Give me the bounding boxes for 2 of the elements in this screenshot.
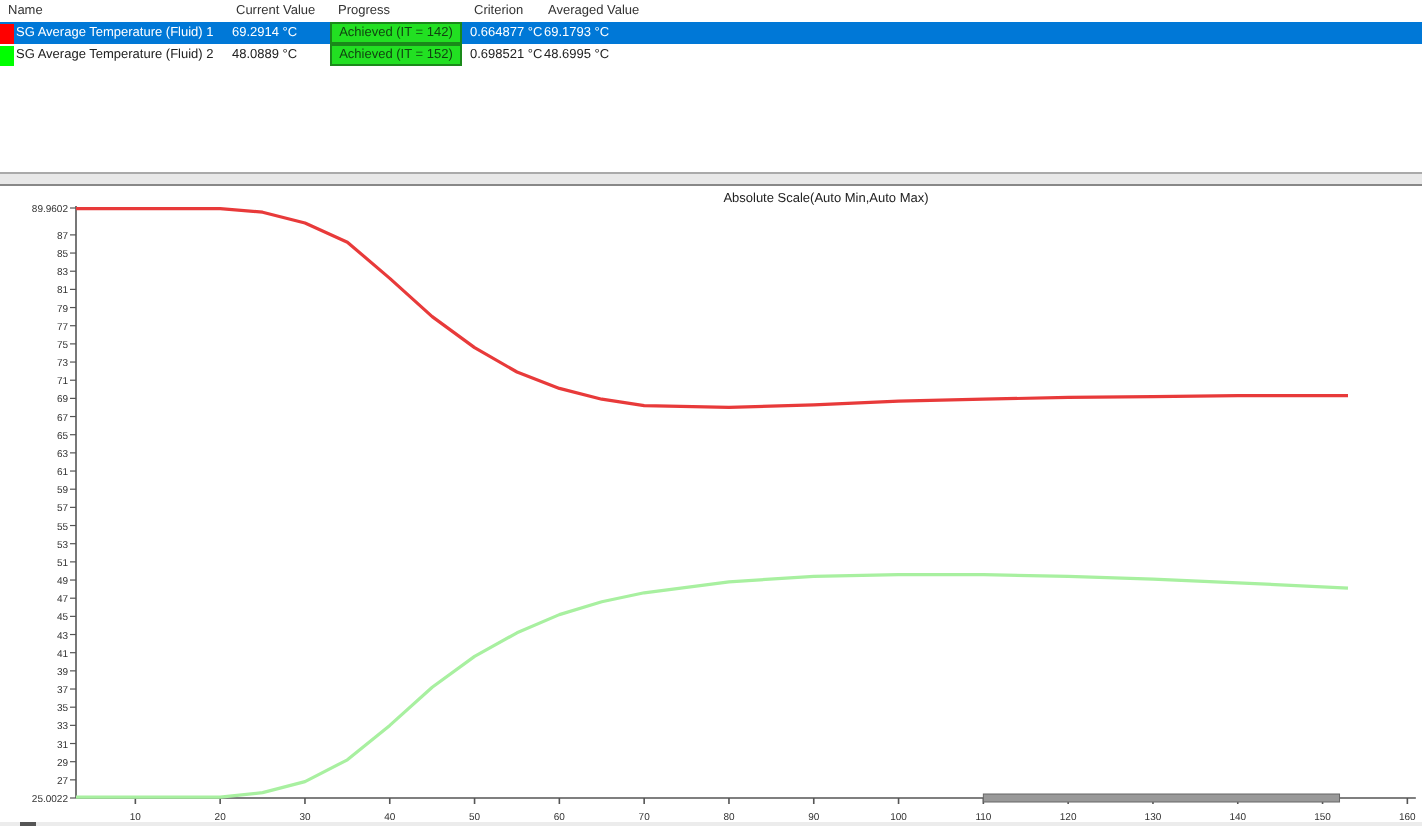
scroll-thumb[interactable]: [982, 793, 1340, 803]
splitter-bar[interactable]: [0, 172, 1422, 186]
